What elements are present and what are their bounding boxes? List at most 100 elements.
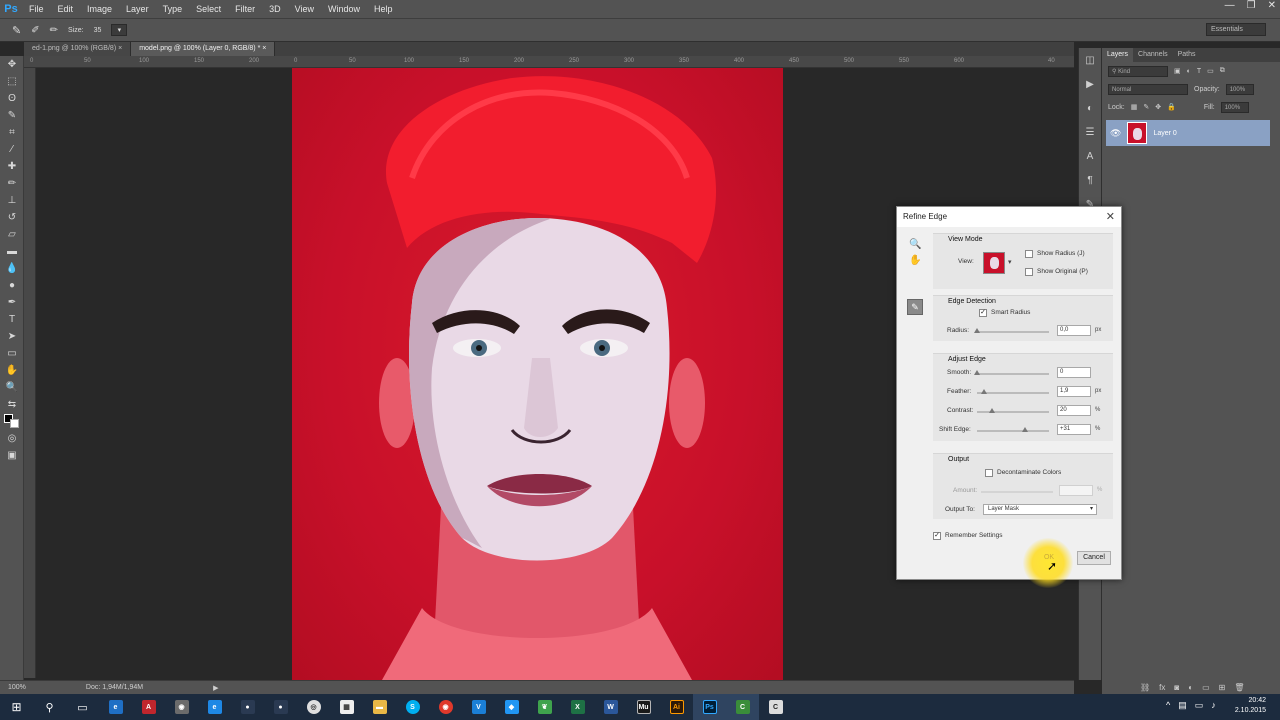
shape-tool-icon[interactable]: ▭ (0, 345, 24, 362)
lasso-tool-icon[interactable]: ʘ (0, 90, 24, 107)
filter-shape-icon[interactable]: ▭ (1207, 67, 1214, 75)
taskbar-app-cube[interactable]: ◆ (495, 694, 528, 720)
taskbar-app-red[interactable]: A (132, 694, 165, 720)
close-icon[interactable]: ✕ (1106, 210, 1115, 223)
shift-edge-field[interactable]: +31 (1057, 424, 1091, 435)
menu-select[interactable]: Select (189, 4, 228, 14)
gradient-tool-icon[interactable]: ▬ (0, 243, 24, 260)
taskbar-chrome[interactable]: ◎ (297, 694, 330, 720)
eraser-tool-icon[interactable]: ▱ (0, 226, 24, 243)
workspace-select[interactable]: Essentials (1206, 23, 1266, 36)
shift-edge-slider-knob[interactable] (1022, 427, 1028, 432)
taskbar-edge[interactable]: e (99, 694, 132, 720)
radius-slider[interactable] (974, 328, 1049, 333)
taskbar-explorer[interactable]: ▬ (363, 694, 396, 720)
new-adjustment-icon[interactable]: ◐ (1188, 683, 1193, 692)
menu-window[interactable]: Window (321, 4, 367, 14)
taskbar-app-dot2[interactable]: ● (264, 694, 297, 720)
add-to-selection-icon[interactable]: ✐ (31, 25, 39, 36)
zoom-tool-icon[interactable]: 🔍 (0, 379, 24, 396)
smart-radius-checkbox[interactable]: ✓ (979, 309, 987, 317)
smooth-slider[interactable] (974, 370, 1049, 375)
add-mask-icon[interactable]: ◙ (1174, 683, 1179, 692)
history-brush-tool-icon[interactable]: ↺ (0, 209, 24, 226)
layer-name[interactable]: Layer 0 (1153, 130, 1176, 137)
opacity-field[interactable]: 100% (1225, 83, 1254, 95)
new-group-icon[interactable]: ▭ (1202, 683, 1210, 692)
crop-tool-icon[interactable]: ⌗ (0, 124, 24, 141)
lock-position-icon[interactable]: ✥ (1155, 103, 1161, 111)
notification-icon[interactable]: ▭ (1195, 700, 1204, 711)
history-panel-icon[interactable]: ◫ (1079, 48, 1101, 72)
menu-filter[interactable]: Filter (228, 4, 262, 14)
hand-icon[interactable]: ✋ (909, 255, 921, 266)
start-button[interactable]: ⊞ (0, 694, 33, 720)
add-style-icon[interactable]: fx (1159, 683, 1165, 692)
actions-panel-icon[interactable]: ▶ (1079, 72, 1101, 96)
system-clock[interactable]: 20:42 2.10.2015 (1235, 696, 1266, 716)
tab-document-1[interactable]: ed-1.png @ 100% (RGB/8) × (24, 42, 132, 56)
subtract-selection-icon[interactable]: ✏ (50, 25, 58, 36)
taskbar-ie[interactable]: e (198, 694, 231, 720)
properties-panel-icon[interactable]: ☰ (1079, 120, 1101, 144)
volume-icon[interactable]: ♪ (1211, 700, 1216, 711)
move-tool-icon[interactable]: ✥ (0, 56, 24, 73)
task-view-button[interactable]: ▭ (66, 694, 99, 720)
color-swatches-icon[interactable] (0, 413, 24, 430)
menu-view[interactable]: View (288, 4, 321, 14)
zoom-icon[interactable]: 🔍 (909, 239, 921, 250)
fill-field[interactable]: 100% (1220, 101, 1249, 113)
contrast-slider-knob[interactable] (989, 408, 995, 413)
taskbar-opera[interactable]: ◉ (429, 694, 462, 720)
adjustments-panel-icon[interactable]: ◐ (1079, 96, 1101, 120)
blur-tool-icon[interactable]: 💧 (0, 260, 24, 277)
taskbar-app-c[interactable]: C (759, 694, 792, 720)
brush-tool-icon[interactable]: ✎ (12, 24, 21, 37)
lock-image-icon[interactable]: ✎ (1143, 103, 1149, 111)
taskbar-excel[interactable]: X (561, 694, 594, 720)
size-dropdown[interactable]: ▾ (111, 24, 128, 36)
screen-mode-icon[interactable]: ▣ (0, 447, 24, 464)
menu-edit[interactable]: Edit (51, 4, 81, 14)
menu-layer[interactable]: Layer (119, 4, 156, 14)
refine-radius-tool-icon[interactable]: ✎ (907, 299, 923, 315)
filter-smart-icon[interactable]: ⧉ (1220, 67, 1225, 75)
contrast-field[interactable]: 20 (1057, 405, 1091, 416)
tab-layers[interactable]: Layers (1102, 48, 1134, 62)
delete-layer-icon[interactable]: 🗑 (1234, 683, 1244, 692)
taskbar-app-v[interactable]: V (462, 694, 495, 720)
menu-type[interactable]: Type (156, 4, 190, 14)
cancel-button[interactable]: Cancel (1077, 551, 1111, 565)
restore-button[interactable]: ❐ (1247, 0, 1256, 11)
path-selection-tool-icon[interactable]: ➤ (0, 328, 24, 345)
pen-tool-icon[interactable]: ✒ (0, 294, 24, 311)
radius-field[interactable]: 0,0 (1057, 325, 1091, 336)
lock-transparent-icon[interactable]: ▦ (1131, 103, 1138, 111)
dodge-tool-icon[interactable]: ● (0, 277, 24, 294)
feather-field[interactable]: 1,9 (1057, 386, 1091, 397)
hand-tool-icon[interactable]: ✋ (0, 362, 24, 379)
taskbar-illustrator[interactable]: Ai (660, 694, 693, 720)
healing-tool-icon[interactable]: ✚ (0, 158, 24, 175)
kind-filter-select[interactable]: ⚲ Kind (1108, 65, 1168, 77)
size-value[interactable]: 35 (94, 27, 102, 34)
type-tool-icon[interactable]: T (0, 311, 24, 328)
character-panel-icon[interactable]: A (1079, 144, 1101, 168)
taskbar-muse[interactable]: Mu (627, 694, 660, 720)
feather-slider[interactable] (977, 389, 1049, 394)
menu-image[interactable]: Image (80, 4, 119, 14)
chevron-down-icon[interactable]: ▾ (1008, 258, 1012, 266)
smooth-slider-knob[interactable] (974, 370, 980, 375)
taskbar-app-leaf[interactable]: ❦ (528, 694, 561, 720)
taskbar-skype[interactable]: S (396, 694, 429, 720)
network-icon[interactable]: ▤ (1178, 700, 1187, 711)
link-layers-icon[interactable]: ⛓ (1140, 683, 1150, 692)
filter-type-icon[interactable]: T (1197, 68, 1201, 75)
show-radius-checkbox[interactable] (1025, 250, 1033, 258)
default-colors-icon[interactable]: ⇆ (0, 396, 24, 413)
taskbar-word[interactable]: W (594, 694, 627, 720)
remember-settings-checkbox[interactable]: ✓ (933, 532, 941, 540)
marquee-tool-icon[interactable]: ⬚ (0, 73, 24, 90)
lock-all-icon[interactable]: 🔒 (1167, 103, 1176, 111)
decontaminate-checkbox[interactable] (985, 469, 993, 477)
